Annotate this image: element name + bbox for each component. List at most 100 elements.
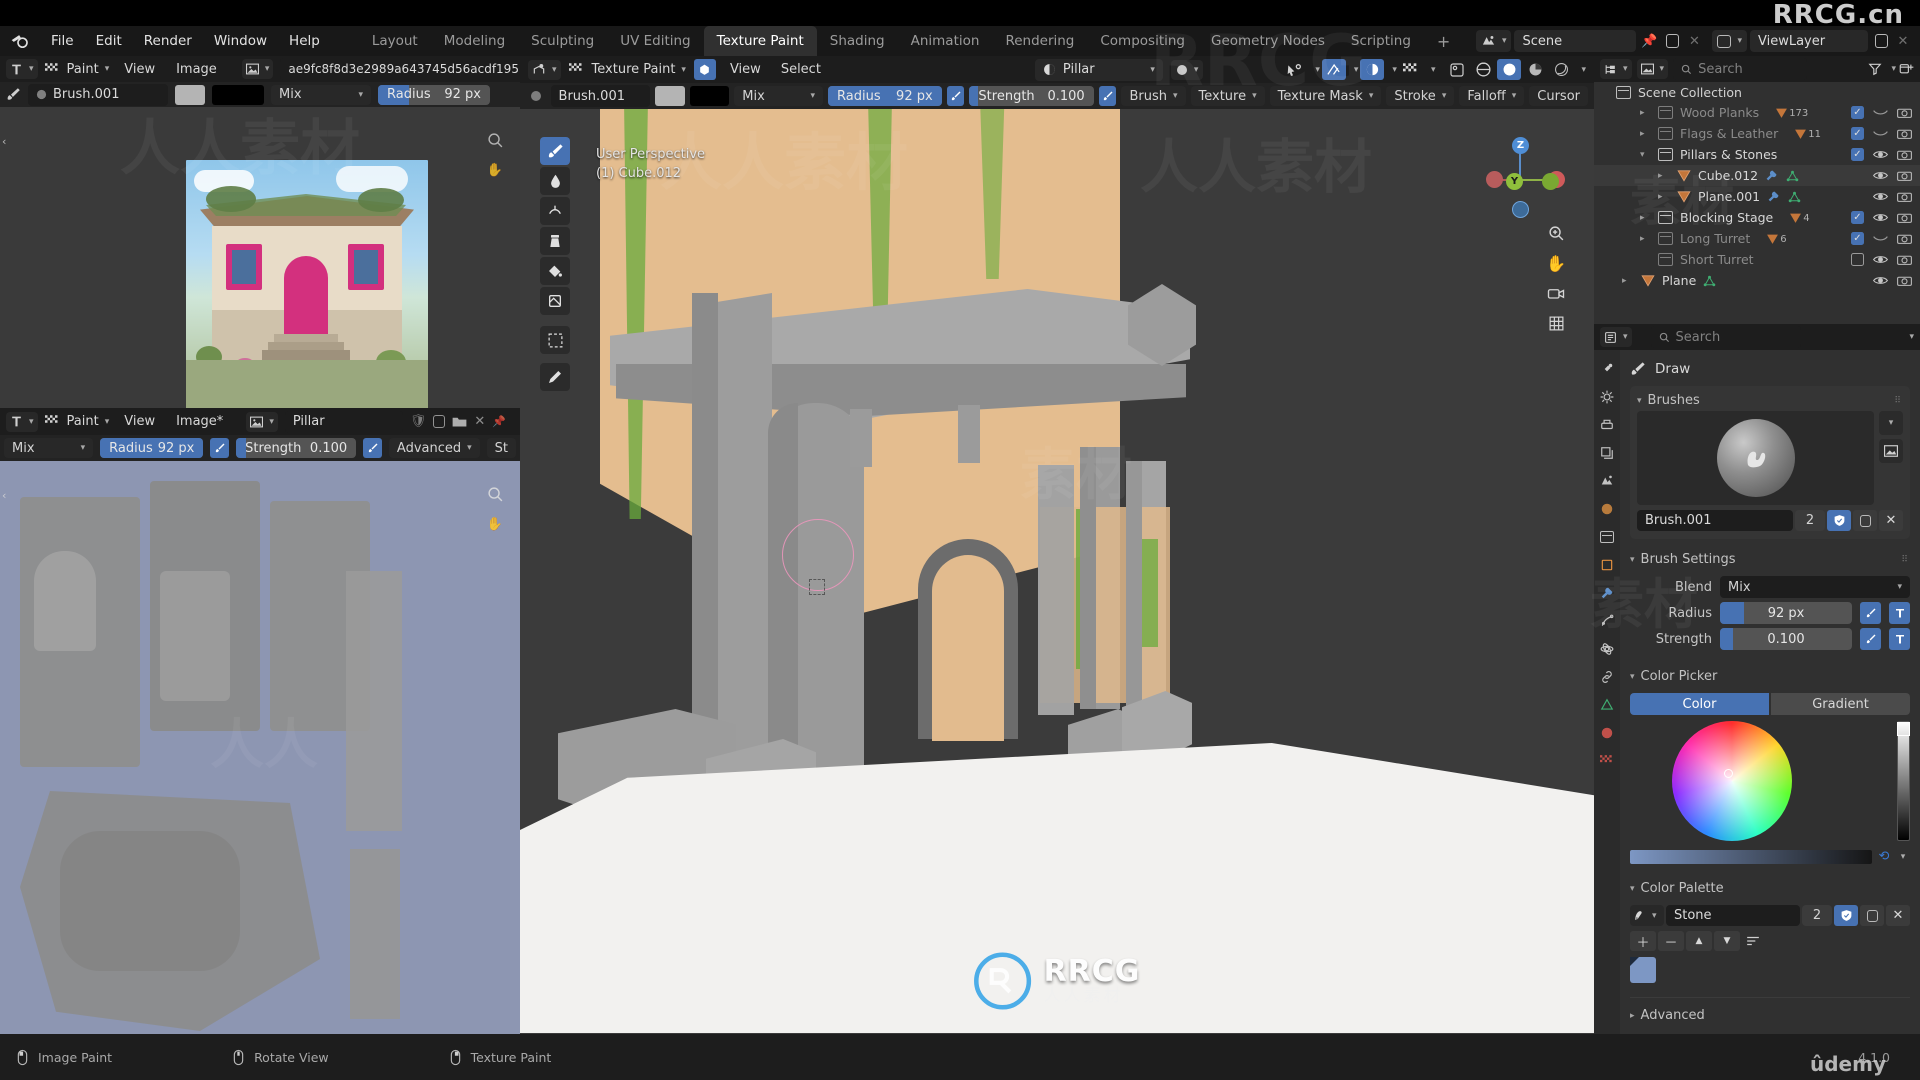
modifier-tab[interactable]	[1598, 584, 1616, 602]
new-viewlayer-icon[interactable]	[1871, 34, 1891, 48]
add-icon[interactable]: ＋	[1630, 931, 1656, 951]
menu-help[interactable]: Help	[278, 26, 331, 56]
gizmo-axis-x-neg[interactable]	[1542, 173, 1559, 190]
pan-view-icon-uv[interactable]: ✋	[484, 513, 506, 535]
strength-pressure-icon-props[interactable]	[1860, 628, 1881, 650]
menu-image-uv[interactable]: Image*	[170, 414, 229, 429]
texture-mask-popover[interactable]: Texture Mask ▾	[1269, 86, 1382, 106]
visibility-eye-icon[interactable]	[1873, 275, 1888, 286]
palette-name-field[interactable]: Stone	[1666, 905, 1800, 926]
render-tab[interactable]	[1598, 388, 1616, 406]
color-tab[interactable]: Color	[1630, 693, 1769, 715]
mode-selector[interactable]: Paint ▾	[67, 62, 110, 77]
zoom-view-icon[interactable]	[1544, 221, 1568, 245]
funnel-icon[interactable]	[1868, 62, 1883, 76]
image-name-field-uv[interactable]: Pillar	[284, 410, 403, 433]
outliner-display-mode-button[interactable]: ▾	[1600, 59, 1632, 79]
pan-view-icon[interactable]: ✋	[484, 159, 506, 181]
outliner-row[interactable]: ▸ Flags & Leather 11 ✓	[1594, 123, 1920, 144]
copy-icon[interactable]	[1853, 510, 1877, 531]
blend-mode-dropdown-uv[interactable]: Mix ▾	[4, 438, 94, 458]
viewport-shading-solid-icon[interactable]	[1471, 59, 1495, 80]
outliner-row[interactable]: ▸ Wood Planks 173 ✓	[1594, 102, 1920, 123]
radius-pressure-icon-props[interactable]	[1860, 602, 1881, 624]
wrench-icon[interactable]	[1764, 169, 1779, 182]
face-mask-toggle[interactable]	[693, 59, 716, 80]
color-picker-panel-header[interactable]: ▾ Color Picker	[1630, 666, 1910, 687]
texture-tab[interactable]	[1598, 752, 1616, 770]
editor-type-button-props[interactable]: ▾	[1600, 327, 1632, 347]
brush-settings-panel-header[interactable]: ▾ Brush Settings ⠿	[1630, 549, 1910, 570]
outliner-filter-datablock-button[interactable]: ▾	[1636, 59, 1669, 79]
viewport-shading-rendered-icon[interactable]	[1523, 59, 1547, 80]
annotate-tool[interactable]	[540, 363, 570, 391]
value-slider[interactable]	[1897, 721, 1910, 841]
collection-checkbox[interactable]: ✓	[1851, 148, 1864, 161]
primary-color-swatch-3d[interactable]	[654, 86, 686, 106]
editor-type-button-uv[interactable]: ▾	[6, 411, 38, 432]
strength-pressure-icon[interactable]	[363, 438, 382, 458]
outliner-row[interactable]: ▸ Long Turret 6 ✓	[1594, 228, 1920, 249]
radius-slider[interactable]: Radius 92 px	[378, 84, 490, 105]
mode-selector-uv[interactable]: Paint ▾	[67, 414, 110, 429]
fill-tool[interactable]	[540, 257, 570, 285]
workspace-tab-rendering[interactable]: Rendering	[992, 26, 1087, 56]
render-visibility-camera-icon[interactable]	[1897, 170, 1912, 182]
render-visibility-camera-icon[interactable]	[1897, 149, 1912, 161]
editor-type-button[interactable]: ▾	[6, 59, 38, 79]
new-scene-icon[interactable]	[1662, 34, 1682, 48]
collection-checkbox[interactable]: ✓	[1851, 232, 1864, 245]
mesh-data-icon[interactable]	[1702, 275, 1717, 287]
viewport-shading-material-icon[interactable]	[1497, 59, 1522, 80]
render-visibility-camera-icon[interactable]	[1897, 107, 1912, 119]
material-tab[interactable]	[1598, 724, 1616, 742]
texture-popover[interactable]: Texture ▾	[1190, 86, 1265, 106]
advanced-popover-uv[interactable]: Advanced ▾	[388, 438, 480, 458]
outliner-row[interactable]: ▸ Plane.001	[1594, 186, 1920, 207]
object-selector[interactable]: Pillar ▾	[1034, 58, 1163, 81]
outliner-row[interactable]: ▸ Blocking Stage 4 ✓	[1594, 207, 1920, 228]
move-down-icon[interactable]: ▼	[1714, 931, 1740, 951]
remove-icon[interactable]: －	[1658, 931, 1684, 951]
strength-slider-uv[interactable]: Strength 0.100	[236, 438, 357, 458]
gizmo-axis-z[interactable]: Z	[1512, 137, 1529, 154]
viewport-canvas[interactable]: User Perspective (1) Cube.012 Z Y ✋ RRCG…	[520, 109, 1594, 1034]
menu-view-3d[interactable]: View	[724, 62, 767, 77]
outliner-search-input[interactable]: Search	[1673, 58, 1808, 80]
cursor-popover[interactable]: Cursor	[1529, 86, 1588, 106]
blend-dropdown-props[interactable]: Mix ▾	[1720, 576, 1910, 598]
workspace-tab-animation[interactable]: Animation	[898, 26, 993, 56]
render-visibility-camera-icon[interactable]	[1897, 275, 1912, 287]
menu-select-3d[interactable]: Select	[775, 62, 827, 77]
move-up-icon[interactable]: ▲	[1686, 931, 1712, 951]
menu-image[interactable]: Image	[170, 62, 223, 77]
render-visibility-camera-icon[interactable]	[1897, 128, 1912, 140]
workspace-tab-uv-editing[interactable]: UV Editing	[607, 26, 703, 56]
draw-tool[interactable]	[540, 137, 570, 165]
toggle-ortho-icon[interactable]	[1544, 311, 1568, 335]
render-visibility-camera-icon[interactable]	[1897, 233, 1912, 245]
workspace-tab-compositing[interactable]: Compositing	[1087, 26, 1198, 56]
pan-view-icon-3d[interactable]: ✋	[1544, 251, 1568, 275]
collection-checkbox[interactable]: ✓	[1851, 106, 1864, 119]
properties-search-input[interactable]: Search	[1650, 326, 1801, 348]
strength-slider-props[interactable]: 0.100	[1720, 628, 1852, 650]
outliner-row[interactable]: Short Turret	[1594, 249, 1920, 270]
menu-view[interactable]: View	[116, 62, 163, 77]
blend-mode-dropdown[interactable]: Mix ▾	[271, 84, 371, 105]
image-name-field[interactable]: ae9fc8f8d3e2989a643745d56acdf195.png	[280, 58, 546, 80]
expand-toggle-icon[interactable]: ▸	[1640, 108, 1651, 118]
mask-tool[interactable]	[540, 287, 570, 315]
workspace-tab-texture-paint[interactable]: Texture Paint	[703, 26, 817, 56]
brush-name-field-props[interactable]: Brush.001	[1637, 510, 1793, 531]
constraint-tab[interactable]	[1598, 668, 1616, 686]
navigation-gizmo[interactable]: Z Y	[1486, 129, 1572, 218]
render-visibility-camera-icon[interactable]	[1897, 191, 1912, 203]
scene-tab[interactable]	[1598, 472, 1616, 490]
show-gizmo-icon[interactable]	[1283, 59, 1307, 80]
new-collection-icon[interactable]	[1899, 62, 1914, 76]
palette-browse-button[interactable]: ▾	[1630, 905, 1664, 926]
visibility-eye-icon[interactable]	[1873, 170, 1888, 181]
tool-tab[interactable]	[1598, 360, 1616, 378]
workspace-tab-layout[interactable]: Layout	[359, 26, 431, 56]
